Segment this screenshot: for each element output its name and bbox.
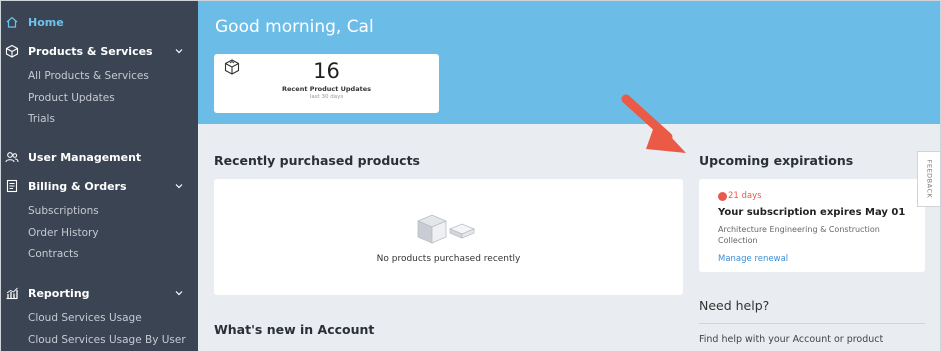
expiration-days: 21 days — [728, 191, 762, 201]
feedback-label: FEEDBACK — [925, 159, 933, 199]
sidebar: Home Products & Services All Products & … — [1, 1, 198, 351]
sidebar-subitem-all-products[interactable]: All Products & Services — [28, 68, 149, 84]
help-divider — [699, 323, 925, 324]
help-title: Need help? — [699, 298, 770, 313]
app-frame: Home Products & Services All Products & … — [0, 0, 941, 352]
sidebar-item-label: User Management — [28, 150, 142, 164]
chevron-down-icon[interactable] — [175, 47, 183, 55]
sidebar-item-reporting[interactable]: Reporting — [1, 282, 198, 304]
users-icon — [5, 150, 19, 164]
sidebar-subitem-cloud-usage-by-user[interactable]: Cloud Services Usage By User — [28, 332, 186, 348]
cube-icon — [5, 44, 19, 58]
sidebar-subitem-contracts[interactable]: Contracts — [28, 246, 79, 262]
recent-products-empty: No products purchased recently — [376, 254, 521, 264]
sidebar-subitem-subscriptions[interactable]: Subscriptions — [28, 203, 99, 219]
recent-updates-count: 16 — [313, 59, 340, 83]
clock-alert-icon — [718, 192, 727, 201]
sidebar-item-label: Home — [28, 15, 64, 29]
manage-renewal-link[interactable]: Manage renewal — [718, 254, 788, 264]
sidebar-subitem-product-updates[interactable]: Product Updates — [28, 90, 115, 106]
sidebar-item-label: Billing & Orders — [28, 179, 127, 193]
recent-updates-period: last 30 days — [309, 94, 344, 100]
sidebar-subitem-cloud-usage[interactable]: Cloud Services Usage — [28, 310, 142, 326]
sidebar-item-billing[interactable]: Billing & Orders — [1, 175, 198, 197]
recent-updates-label: Recent Product Updates — [282, 85, 371, 93]
sidebar-item-home[interactable]: Home — [1, 11, 198, 33]
expiration-product: Architecture Engineering & Construction … — [718, 225, 880, 245]
empty-box-icon — [414, 209, 484, 249]
expiration-headline: Your subscription expires May 01 — [718, 207, 906, 218]
feedback-tab[interactable]: FEEDBACK — [917, 151, 940, 207]
chevron-down-icon[interactable] — [175, 289, 183, 297]
whats-new-title: What's new in Account — [214, 322, 375, 337]
chart-icon — [5, 286, 19, 300]
sidebar-item-label: Products & Services — [28, 44, 153, 58]
greeting-title: Good morning, Cal — [215, 17, 374, 37]
sidebar-subitem-trials[interactable]: Trials — [28, 111, 55, 127]
sidebar-item-products[interactable]: Products & Services — [1, 40, 198, 62]
recent-products-title: Recently purchased products — [214, 153, 420, 168]
chevron-down-icon[interactable] — [175, 182, 183, 190]
sidebar-item-label: Reporting — [28, 286, 90, 300]
home-icon — [5, 15, 19, 29]
sidebar-item-user-management[interactable]: User Management — [1, 146, 198, 168]
expirations-title: Upcoming expirations — [699, 153, 854, 168]
sidebar-subitem-order-history[interactable]: Order History — [28, 225, 99, 241]
help-text[interactable]: Find help with your Account or product — [699, 334, 883, 345]
receipt-icon — [5, 179, 19, 193]
pointer-arrow-icon — [616, 93, 696, 167]
